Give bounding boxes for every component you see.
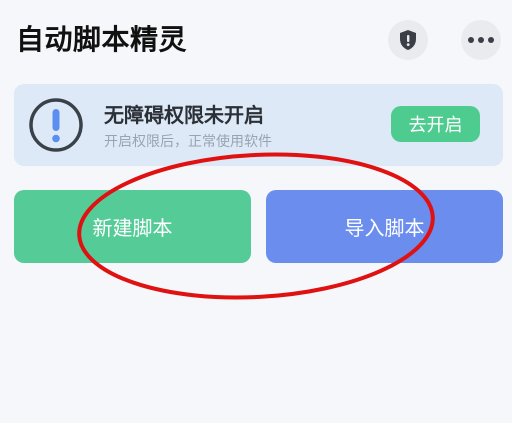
more-horizontal-icon	[468, 37, 494, 43]
accessibility-warning-banner: 无障碍权限未开启 开启权限后，正常使用软件 去开启	[14, 84, 503, 166]
enable-permission-button[interactable]: 去开启	[391, 106, 480, 142]
banner-subtitle: 开启权限后，正常使用软件	[104, 134, 272, 150]
more-button[interactable]	[461, 20, 501, 60]
banner-title: 无障碍权限未开启	[104, 103, 264, 127]
shield-icon	[400, 30, 416, 50]
app-header: 自动脚本精灵	[0, 0, 512, 84]
app-title: 自动脚本精灵	[16, 23, 188, 56]
exclamation-circle-icon	[29, 98, 83, 152]
shield-button[interactable]	[388, 20, 428, 60]
import-script-button[interactable]: 导入脚本	[266, 190, 503, 263]
new-script-button[interactable]: 新建脚本	[14, 190, 251, 263]
